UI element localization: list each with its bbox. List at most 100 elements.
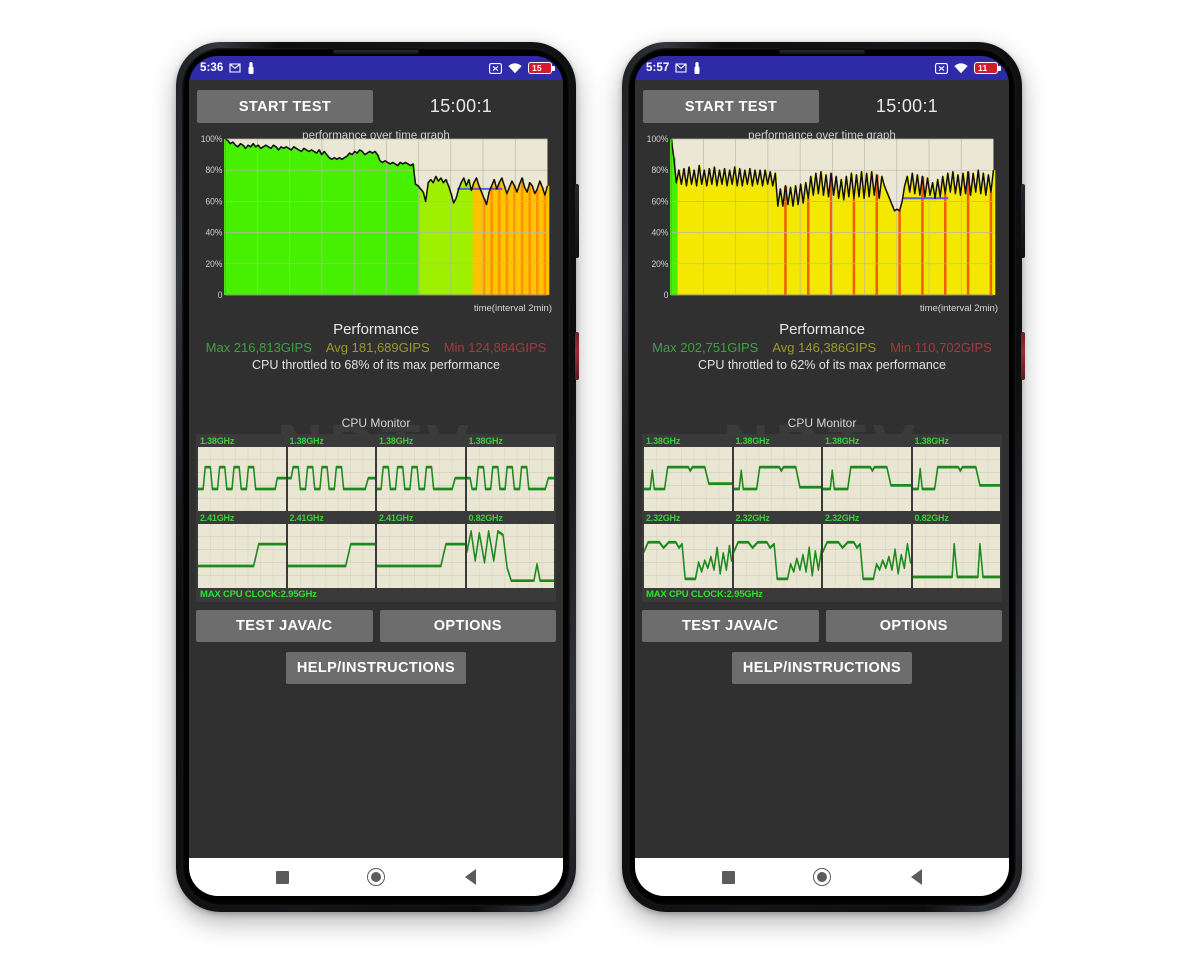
phone-left: 5:36 15 START TEST 15:00:1 performance o…	[176, 42, 579, 912]
wifi-icon	[508, 62, 522, 74]
power-button[interactable]	[575, 332, 579, 380]
earpiece-speaker	[333, 50, 419, 54]
cpu-core-grid: 1.38GHz 1.38GHz 1.38GHz 1.38GHz 2.32GHz 2.32G…	[644, 436, 1000, 588]
cpu-core-frequency-label: 1.38GHz	[468, 436, 503, 446]
performance-avg: Avg 146,386GIPS	[772, 340, 877, 355]
toolbar: START TEST 15:00:1	[196, 80, 556, 129]
performance-summary: Performance Max 202,751GIPS Avg 146,386G…	[642, 321, 1002, 372]
volume-button[interactable]	[575, 184, 579, 258]
battery-level: 15	[532, 62, 542, 73]
triangle-back-icon[interactable]	[906, 867, 926, 887]
help-button-row: HELP/INSTRUCTIONS	[642, 652, 1002, 684]
cpu-core-frequency-label: 2.41GHz	[289, 513, 324, 523]
status-bar: 5:57 11	[635, 56, 1009, 80]
cpu-core-frequency-label: 2.41GHz	[379, 513, 414, 523]
action-button-row: TEST JAVA/C OPTIONS	[196, 610, 556, 642]
earpiece-speaker	[779, 50, 865, 54]
cpu-core-7: 0.82GHz	[912, 513, 1000, 588]
cpu-core-grid: 1.38GHz 1.38GHz 1.38GHz 1.38GHz 2.41GHz 2.41G…	[198, 436, 554, 588]
chart-plot-area: 100% 80% 60% 40% 20% 0	[643, 129, 1001, 317]
square-recents-icon[interactable]	[718, 867, 738, 887]
max-cpu-clock-label: MAX CPU CLOCK:2.95GHz	[200, 589, 317, 600]
cpu-core-waveform	[466, 447, 554, 511]
chart-svg: 100% 80% 60% 40% 20% 0	[647, 134, 996, 300]
status-clock: 5:57	[646, 62, 670, 74]
options-button[interactable]: OPTIONS	[379, 610, 556, 642]
cpu-core-0: 1.38GHz	[198, 436, 286, 511]
svg-text:20%: 20%	[651, 259, 668, 269]
mail-icon	[675, 63, 687, 73]
phone-screen: 5:57 11 START TEST 15:00:1 performance o…	[635, 56, 1009, 896]
countdown-timer: 15:00:1	[875, 96, 939, 116]
options-button[interactable]: OPTIONS	[825, 610, 1002, 642]
cpu-core-1: 1.38GHz	[287, 436, 375, 511]
phone-screen: 5:36 15 START TEST 15:00:1 performance o…	[189, 56, 563, 896]
cpu-core-waveform	[287, 524, 375, 588]
cpu-core-4: 2.41GHz	[198, 513, 286, 588]
screen-cast-off-icon	[489, 62, 502, 74]
square-recents-icon[interactable]	[272, 867, 292, 887]
phone-right: 5:57 11 START TEST 15:00:1 performance o…	[622, 42, 1025, 912]
cpu-core-5: 2.41GHz	[287, 513, 375, 588]
navigation-bar	[635, 858, 1009, 896]
cpu-core-frequency-label: 2.32GHz	[646, 513, 681, 523]
cpu-core-1: 1.38GHz	[733, 436, 821, 511]
test-java-c-button[interactable]: TEST JAVA/C	[196, 610, 373, 642]
performance-max: Max 202,751GIPS	[652, 340, 759, 355]
svg-text:100%: 100%	[201, 134, 223, 144]
cpu-core-waveform	[912, 447, 1000, 511]
svg-text:0: 0	[218, 290, 223, 300]
cpu-core-waveform	[733, 447, 821, 511]
performance-summary: Performance Max 216,813GIPS Avg 181,689G…	[196, 321, 556, 372]
throttle-note: CPU throttled to 62% of its max performa…	[697, 358, 947, 372]
max-cpu-clock-label: MAX CPU CLOCK:2.95GHz	[646, 589, 763, 600]
cpu-core-7: 0.82GHz	[466, 513, 554, 588]
throttle-note: CPU throttled to 68% of its max performa…	[251, 358, 501, 372]
performance-min: Min 124,884GIPS	[443, 340, 547, 355]
cpu-core-waveform	[198, 524, 286, 588]
chart-plot-area: 100% 80% 60% 40% 20% 0	[197, 129, 555, 317]
start-test-button[interactable]: START TEST	[643, 90, 819, 123]
svg-text:40%: 40%	[651, 227, 668, 237]
cpu-monitor: CPU Monitor 1.38GHz 1.38GHz 1.38GHz 1.38GHz…	[196, 416, 556, 602]
cpu-monitor-title: CPU Monitor	[787, 416, 857, 430]
battery-indicator: 15	[528, 62, 555, 74]
cpu-core-frequency-label: 1.38GHz	[646, 436, 681, 446]
performance-min: Min 110,702GIPS	[890, 340, 992, 355]
battery-indicator: 11	[974, 62, 1001, 74]
help-instructions-button[interactable]: HELP/INSTRUCTIONS	[286, 652, 466, 684]
performance-max: Max 216,813GIPS	[205, 340, 312, 355]
power-button[interactable]	[1021, 332, 1025, 380]
cpu-core-frequency-label: 0.82GHz	[468, 513, 503, 523]
cpu-core-waveform	[823, 524, 911, 588]
status-bar: 5:36 15	[189, 56, 563, 80]
cpu-core-waveform	[912, 524, 1000, 588]
cpu-monitor-title: CPU Monitor	[341, 416, 411, 430]
help-instructions-button[interactable]: HELP/INSTRUCTIONS	[732, 652, 912, 684]
status-clock: 5:36	[200, 62, 224, 74]
svg-text:0: 0	[664, 290, 669, 300]
cpu-core-frequency-label: 1.38GHz	[825, 436, 860, 446]
volume-button[interactable]	[1021, 184, 1025, 258]
chart-x-axis-label: time(interval 2min)	[919, 303, 998, 314]
start-test-button[interactable]: START TEST	[197, 90, 373, 123]
cpu-core-waveform	[377, 447, 465, 511]
cpu-core-waveform	[377, 524, 465, 588]
cpu-core-frequency-label: 1.38GHz	[735, 436, 770, 446]
wifi-icon	[954, 62, 968, 74]
triangle-back-icon[interactable]	[460, 867, 480, 887]
cpu-core-2: 1.38GHz	[823, 436, 911, 511]
svg-text:40%: 40%	[205, 227, 222, 237]
countdown-timer: 15:00:1	[429, 96, 493, 116]
vpn-key-icon	[247, 62, 255, 74]
cpu-core-waveform	[733, 524, 821, 588]
cpu-core-waveform	[644, 524, 732, 588]
circle-home-icon[interactable]	[812, 867, 832, 887]
performance-avg: Avg 181,689GIPS	[325, 340, 430, 355]
test-java-c-button[interactable]: TEST JAVA/C	[642, 610, 819, 642]
cpu-core-waveform	[644, 447, 732, 511]
action-button-row: TEST JAVA/C OPTIONS	[642, 610, 1002, 642]
circle-home-icon[interactable]	[366, 867, 386, 887]
cpu-core-frequency-label: 2.41GHz	[200, 513, 235, 523]
svg-text:80%: 80%	[205, 165, 222, 175]
